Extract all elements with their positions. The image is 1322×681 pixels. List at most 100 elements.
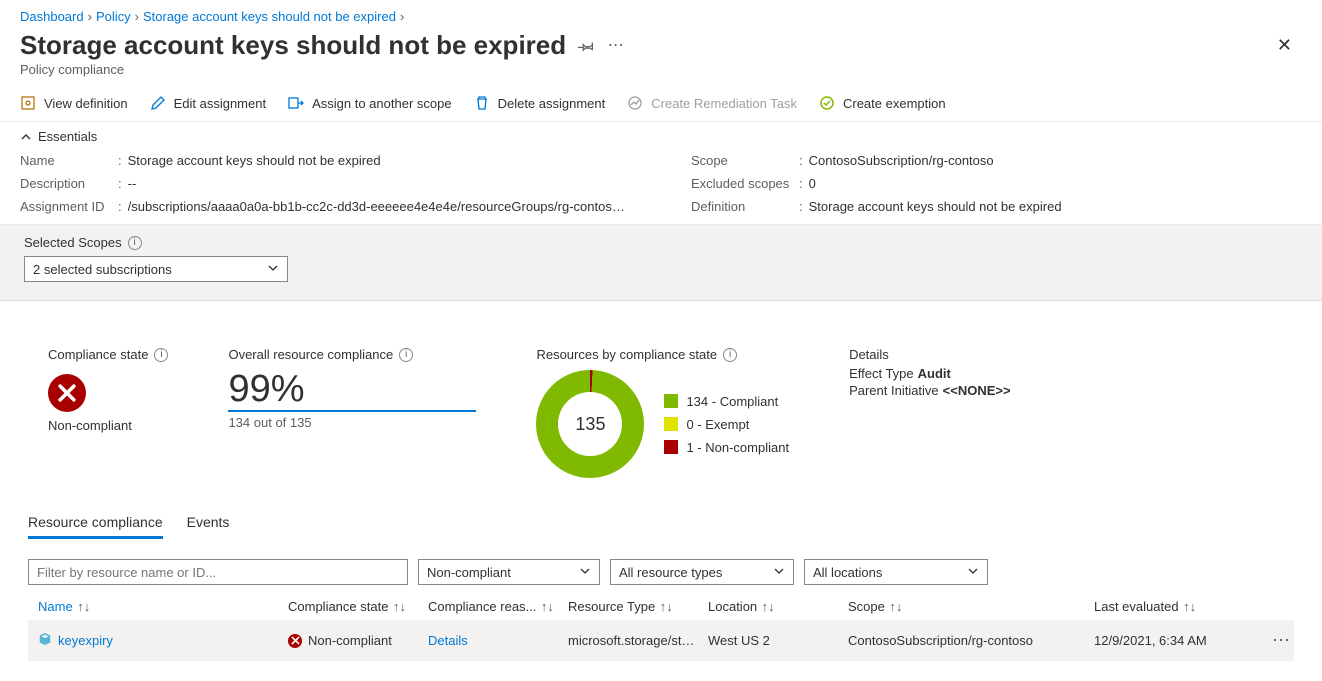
chevron-down-icon	[967, 565, 979, 580]
more-icon[interactable]: ⋯	[608, 38, 624, 54]
compliance-state-block: Compliance state i Non-compliant	[48, 347, 168, 433]
essentials-name-value: Storage account keys should not be expir…	[128, 153, 381, 168]
check-circle-icon	[819, 95, 835, 111]
info-icon[interactable]: i	[399, 348, 413, 362]
row-scope: ContosoSubscription/rg-contoso	[848, 633, 1094, 648]
donut-chart: 135	[536, 370, 644, 478]
sort-icon: ↑↓	[392, 600, 406, 614]
parent-initiative-value: <<NONE>>	[943, 383, 1011, 398]
filter-search-input[interactable]	[28, 559, 408, 585]
tab-resource-compliance[interactable]: Resource compliance	[28, 514, 163, 539]
essentials-excluded-label: Excluded scopes	[691, 176, 799, 191]
col-reason[interactable]: Compliance reas...↑↓	[428, 599, 568, 614]
table-row[interactable]: keyexpiry Non-compliant Details microsof…	[28, 620, 1294, 661]
overall-compliance-block: Overall resource compliance i 99% 134 ou…	[228, 347, 476, 430]
essentials-def-label: Definition	[691, 199, 799, 214]
tab-events[interactable]: Events	[187, 514, 230, 539]
page-subtitle: Policy compliance	[0, 62, 1322, 87]
pencil-icon	[150, 95, 166, 111]
tabs: Resource compliance Events	[0, 506, 1322, 539]
chevron-down-icon	[773, 565, 785, 580]
assign-scope-label: Assign to another scope	[312, 96, 451, 111]
essentials-def-value: Storage account keys should not be expir…	[809, 199, 1062, 214]
chevron-right-icon: ›	[400, 9, 404, 24]
selected-scopes-value: 2 selected subscriptions	[33, 262, 172, 277]
essentials-toggle[interactable]: Essentials	[0, 122, 1322, 151]
details-label: Details	[849, 347, 1011, 362]
breadcrumb-current[interactable]: Storage account keys should not be expir…	[143, 9, 396, 24]
edit-assignment-button[interactable]: Edit assignment	[150, 95, 267, 111]
error-icon	[288, 634, 302, 648]
close-icon[interactable]: ✕	[1267, 29, 1302, 62]
donut-legend: 134 - Compliant 0 - Exempt 1 - Non-compl…	[664, 394, 789, 455]
col-last[interactable]: Last evaluated↑↓	[1094, 599, 1260, 614]
view-icon	[20, 95, 36, 111]
delete-assignment-label: Delete assignment	[498, 96, 606, 111]
sort-icon: ↑↓	[889, 600, 903, 614]
filter-compliance-dropdown[interactable]: Non-compliant	[418, 559, 600, 585]
resource-icon	[38, 632, 52, 649]
legend-swatch-exempt	[664, 417, 678, 431]
create-exemption-button[interactable]: Create exemption	[819, 95, 946, 111]
filter-location-dropdown[interactable]: All locations	[804, 559, 988, 585]
pin-icon[interactable]	[578, 38, 594, 54]
filter-type-value: All resource types	[619, 565, 722, 580]
row-details-link[interactable]: Details	[428, 633, 568, 648]
create-remediation-label: Create Remediation Task	[651, 96, 797, 111]
info-icon[interactable]: i	[723, 348, 737, 362]
assign-icon	[288, 95, 304, 111]
compliance-state-label: Compliance state	[48, 347, 148, 362]
col-name[interactable]: Name↑↓	[38, 599, 288, 614]
col-state[interactable]: Compliance state↑↓	[288, 599, 428, 614]
effect-type-value: Audit	[918, 366, 951, 381]
info-icon[interactable]: i	[128, 236, 142, 250]
stats-section: Compliance state i Non-compliant Overall…	[0, 301, 1322, 506]
sort-icon: ↑↓	[659, 600, 673, 614]
legend-swatch-noncompliant	[664, 440, 678, 454]
row-state: Non-compliant	[288, 633, 428, 648]
breadcrumb-dashboard[interactable]: Dashboard	[20, 9, 84, 24]
essentials-desc-value: --	[128, 176, 137, 191]
trash-icon	[474, 95, 490, 111]
edit-assignment-label: Edit assignment	[174, 96, 267, 111]
view-definition-button[interactable]: View definition	[20, 95, 128, 111]
create-exemption-label: Create exemption	[843, 96, 946, 111]
donut-total: 135	[575, 414, 605, 435]
delete-assignment-button[interactable]: Delete assignment	[474, 95, 606, 111]
filter-compliance-value: Non-compliant	[427, 565, 511, 580]
col-type[interactable]: Resource Type↑↓	[568, 599, 708, 614]
essentials-aid-label: Assignment ID	[20, 199, 118, 214]
breadcrumb: Dashboard › Policy › Storage account key…	[0, 0, 1322, 26]
selected-scopes-dropdown[interactable]: 2 selected subscriptions	[24, 256, 288, 282]
breadcrumb-policy[interactable]: Policy	[96, 9, 131, 24]
results-table: Name↑↓ Compliance state↑↓ Compliance rea…	[0, 593, 1322, 681]
info-icon[interactable]: i	[154, 348, 168, 362]
chevron-down-icon	[267, 262, 279, 277]
row-more-button[interactable]: ⋯	[1260, 630, 1304, 651]
compliance-state-value: Non-compliant	[48, 418, 168, 433]
row-last-evaluated: 12/9/2021, 6:34 AM	[1094, 633, 1260, 648]
toolbar: View definition Edit assignment Assign t…	[0, 87, 1322, 122]
selected-scopes-section: Selected Scopes i 2 selected subscriptio…	[0, 224, 1322, 301]
legend-exempt: 0 - Exempt	[686, 417, 749, 432]
filter-type-dropdown[interactable]: All resource types	[610, 559, 794, 585]
sort-icon: ↑↓	[1183, 600, 1197, 614]
assign-scope-button[interactable]: Assign to another scope	[288, 95, 451, 111]
row-name-link[interactable]: keyexpiry	[38, 632, 288, 649]
chevron-right-icon: ›	[88, 9, 92, 24]
overall-compliance-pct: 99%	[228, 370, 476, 410]
details-block: Details Effect TypeAudit Parent Initiati…	[849, 347, 1011, 400]
essentials-scope-value: ContosoSubscription/rg-contoso	[809, 153, 994, 168]
sort-icon: ↑↓	[761, 600, 775, 614]
error-circle-icon	[48, 374, 86, 412]
col-location[interactable]: Location↑↓	[708, 599, 848, 614]
col-scope[interactable]: Scope↑↓	[848, 599, 1094, 614]
essentials-excluded-value: 0	[809, 176, 816, 191]
table-header: Name↑↓ Compliance state↑↓ Compliance rea…	[28, 593, 1294, 620]
overall-compliance-label: Overall resource compliance	[228, 347, 393, 362]
selected-scopes-label: Selected Scopes	[24, 235, 122, 250]
essentials-desc-label: Description	[20, 176, 118, 191]
sort-icon: ↑↓	[77, 600, 91, 614]
chevron-right-icon: ›	[135, 9, 139, 24]
by-compliance-label: Resources by compliance state	[536, 347, 717, 362]
